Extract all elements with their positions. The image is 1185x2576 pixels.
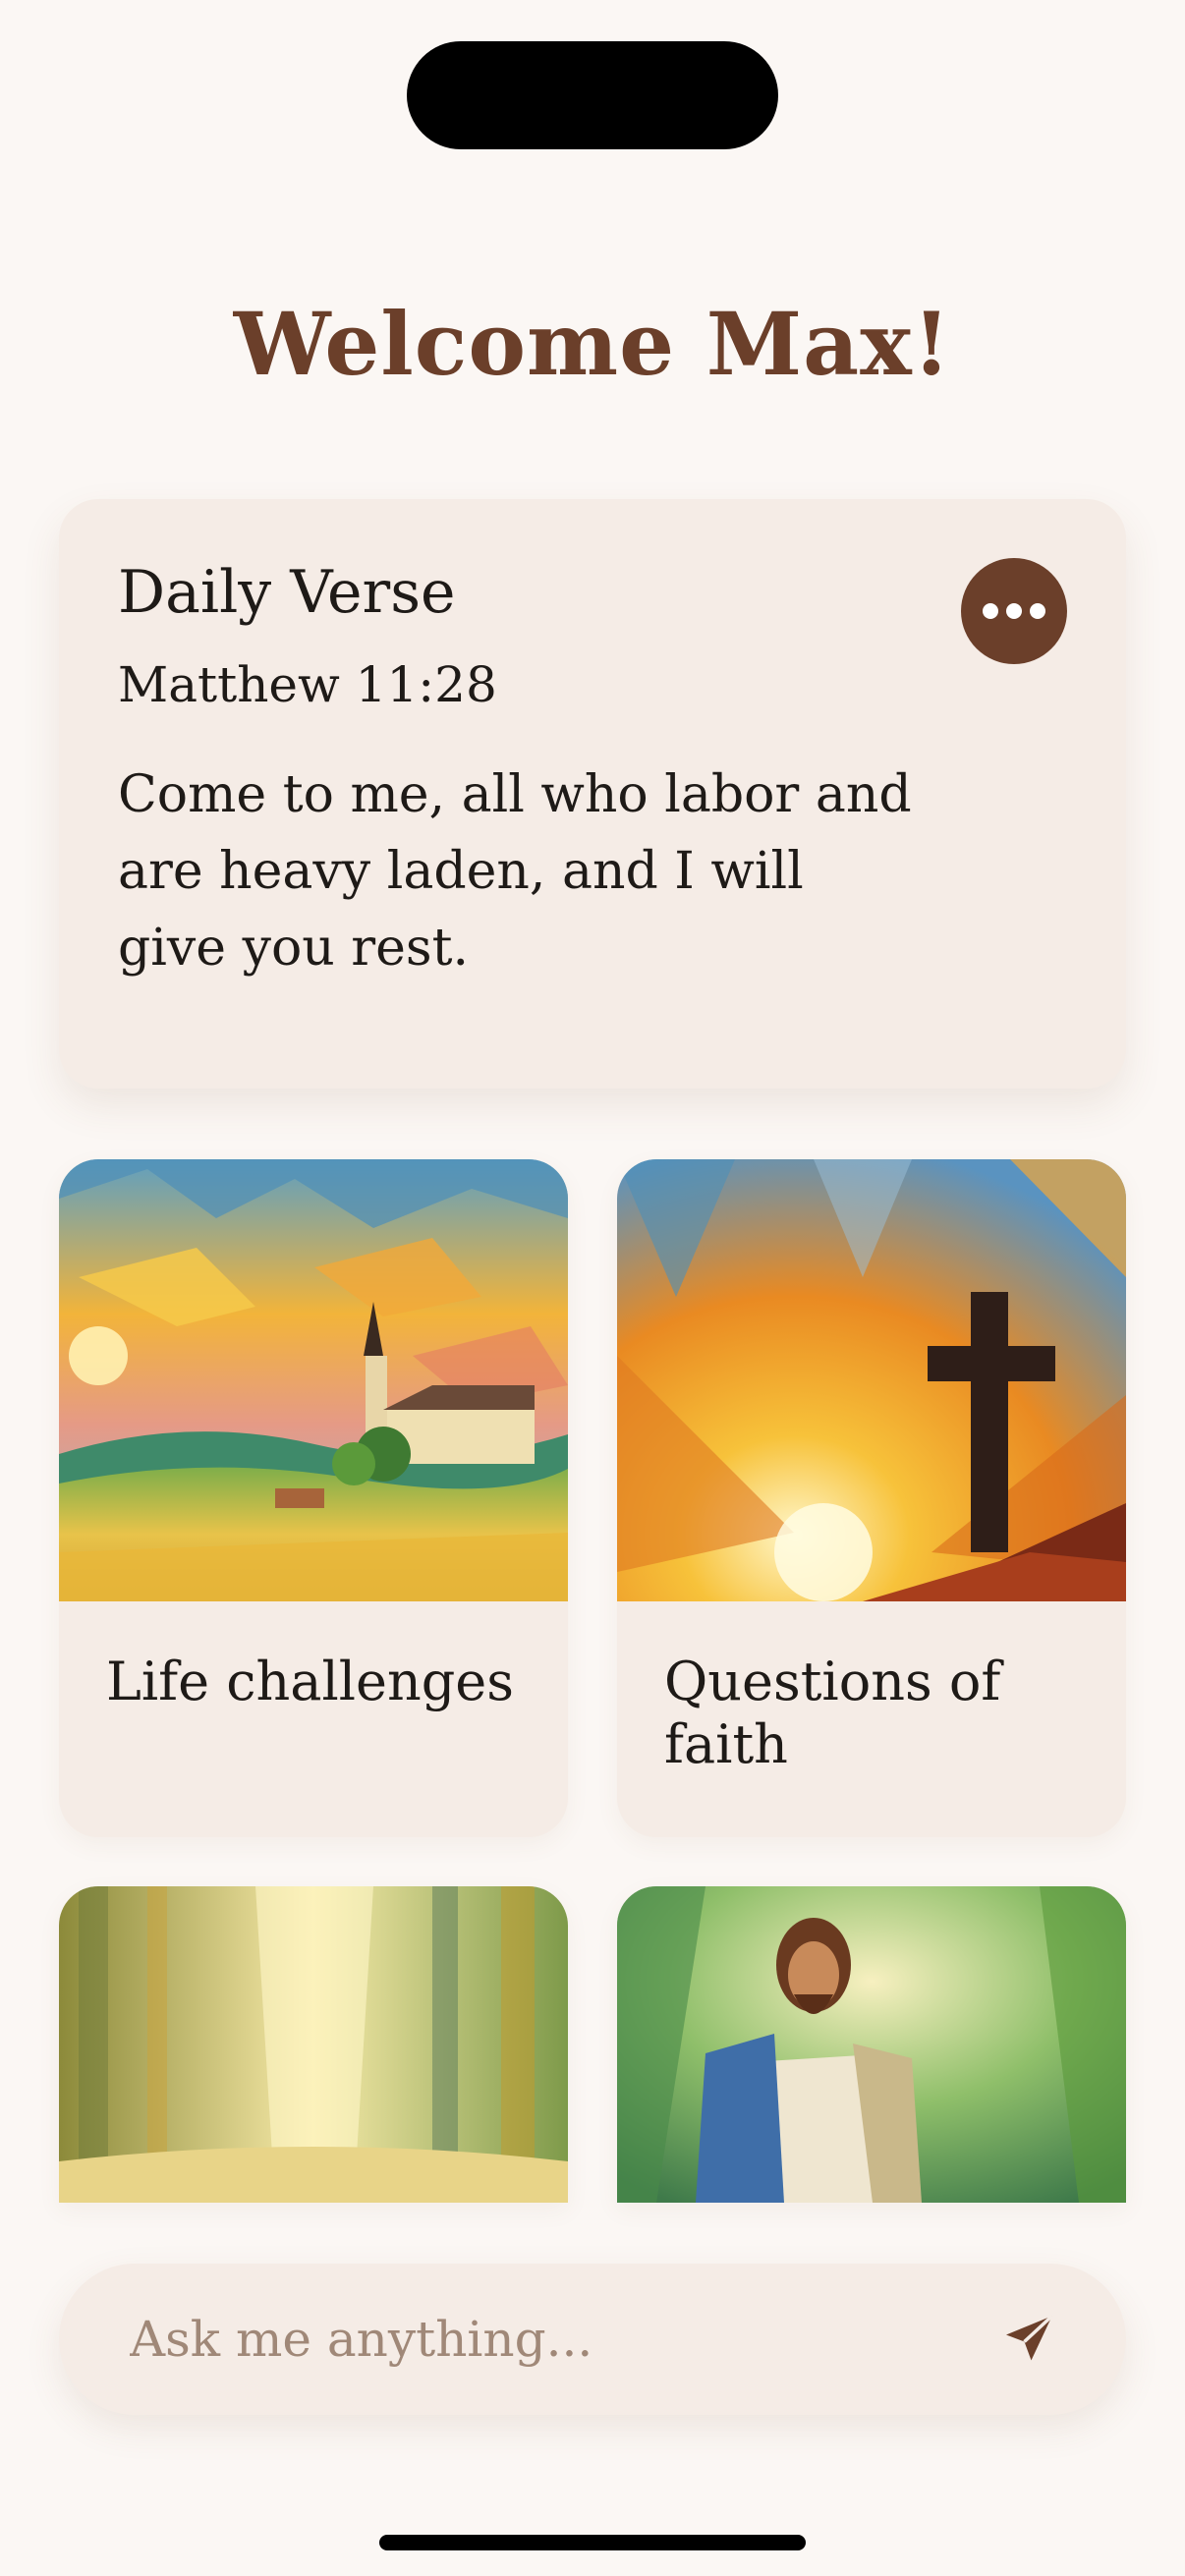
- more-dot-icon: [1030, 603, 1045, 619]
- church-landscape-image: [59, 1159, 568, 1601]
- more-options-button[interactable]: [961, 558, 1067, 664]
- more-dot-icon: [983, 603, 998, 619]
- daily-verse-title: Daily Verse: [118, 558, 456, 627]
- forest-light-image: [59, 1886, 568, 2203]
- topic-label: Life challenges: [106, 1651, 514, 1712]
- ask-input[interactable]: [130, 2293, 975, 2385]
- cross-sunset-image: [617, 1159, 1126, 1601]
- topic-card-jesus[interactable]: [617, 1886, 1126, 2203]
- more-dot-icon: [1006, 603, 1022, 619]
- topic-card-life-challenges[interactable]: Life challenges: [59, 1159, 568, 1837]
- home-indicator: [379, 2535, 806, 2550]
- topic-card-questions-of-faith[interactable]: Questions of faith: [617, 1159, 1126, 1837]
- topic-card-forest[interactable]: [59, 1886, 568, 2203]
- welcome-heading: Welcome Max!: [233, 293, 952, 395]
- daily-verse-card[interactable]: Daily Verse Matthew 11:28 Come to me, al…: [59, 499, 1126, 1089]
- jesus-painting-image: [617, 1886, 1126, 2203]
- dynamic-island: [407, 41, 778, 149]
- daily-verse-reference: Matthew 11:28: [118, 656, 497, 713]
- ask-bar: [59, 2264, 1126, 2415]
- daily-verse-text: Come to me, all who labor and are heavy …: [118, 765, 912, 978]
- send-button[interactable]: [990, 2301, 1067, 2378]
- send-icon: [1006, 2314, 1053, 2361]
- topic-label: Questions of faith: [664, 1651, 1001, 1775]
